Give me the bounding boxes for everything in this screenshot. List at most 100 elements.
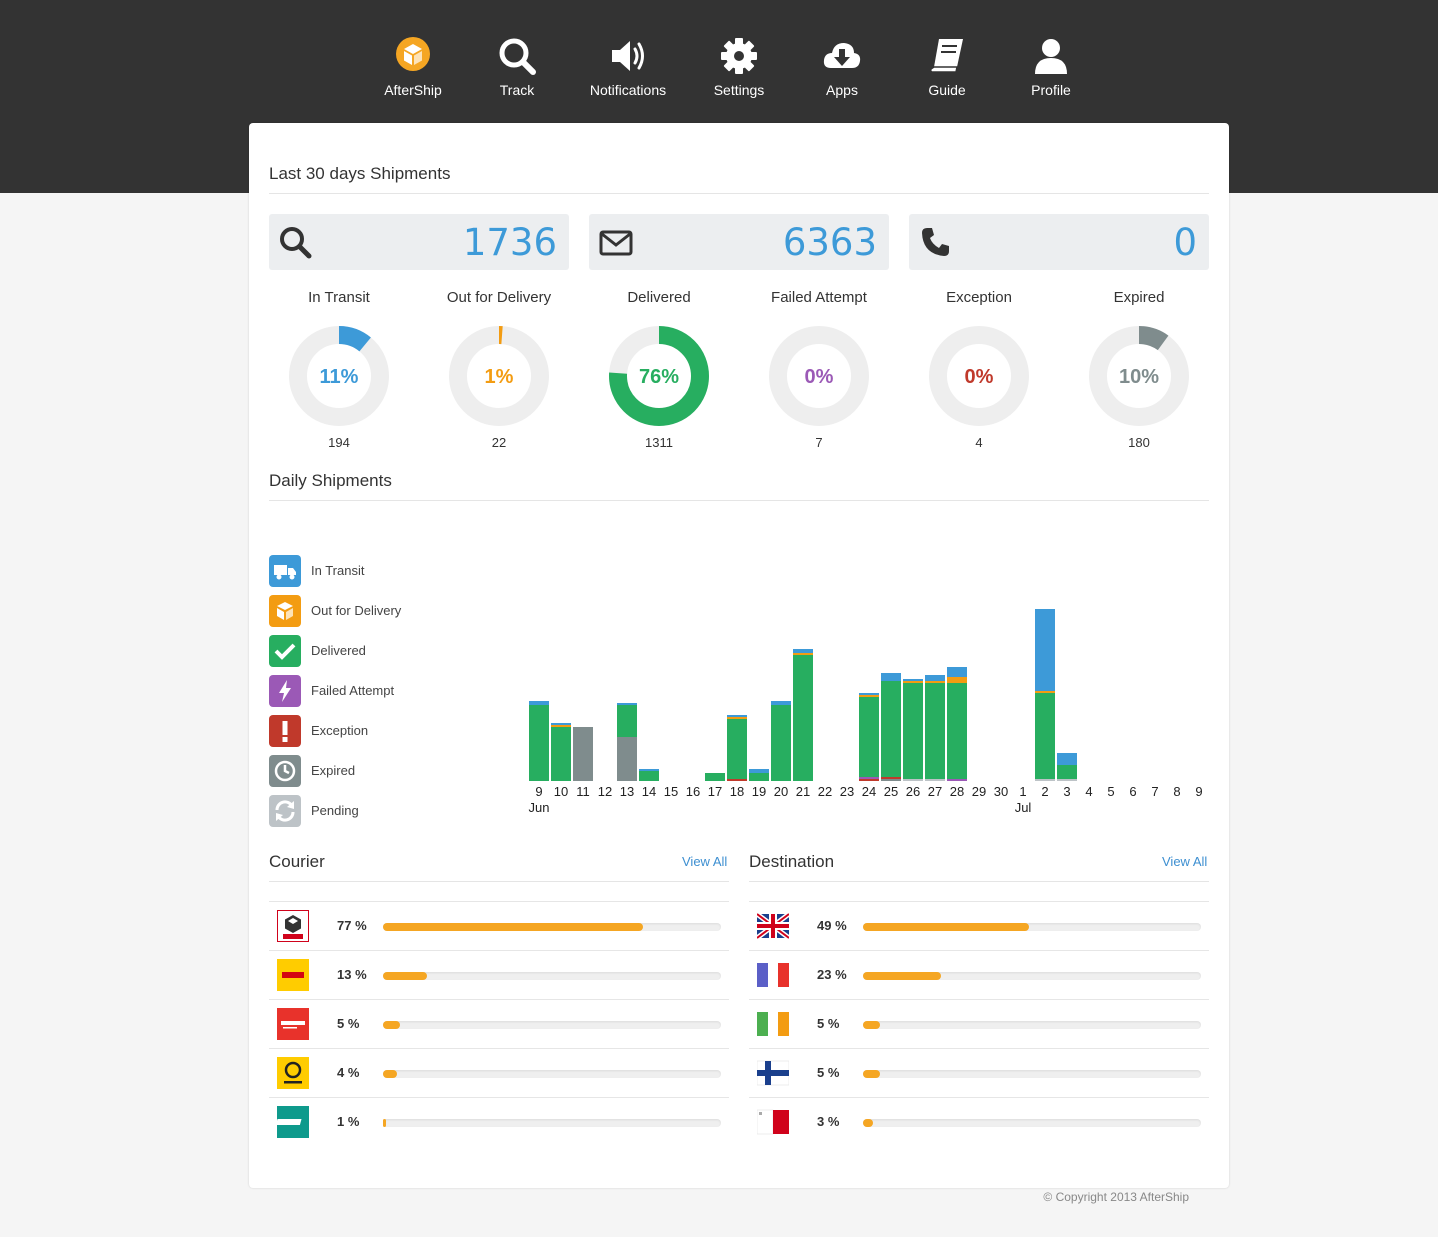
donut-delivered: Delivered 76% 1311 — [579, 289, 739, 450]
donut-percent: 76% — [639, 366, 679, 388]
bar-segment-in-transit — [1057, 753, 1077, 765]
x-tick-label: 26 — [906, 784, 920, 799]
nav-guide[interactable]: Guide — [897, 36, 997, 98]
donut-in-transit: In Transit 11% 194 — [259, 289, 419, 450]
bar-segment-delivered — [947, 683, 967, 779]
bar-segment-expired — [573, 727, 593, 781]
bar-segment-expired — [881, 779, 901, 781]
bar-segment-out-for-delivery — [727, 717, 747, 719]
destination-progress-fill — [863, 1021, 880, 1029]
donut-ring: 10% — [1089, 326, 1189, 426]
courier-progress-track — [383, 972, 721, 980]
x-tick-label: 9 — [1195, 784, 1202, 799]
legend-failed-attempt: Failed Attempt — [269, 675, 469, 707]
exclamation-icon — [282, 721, 288, 742]
bar-segment-delivered — [727, 719, 747, 779]
bar-segment-out-for-delivery — [925, 681, 945, 683]
donut-failed-attempt: Failed Attempt 0% 7 — [739, 289, 899, 450]
bar-segment-in-transit — [903, 679, 923, 681]
courier-percent: 13 % — [337, 967, 367, 982]
nav-label: Track — [499, 82, 535, 98]
bar-segment-exception — [881, 777, 901, 779]
stat-box-emails: 6363 — [589, 214, 889, 270]
bar-segment-delivered — [551, 727, 571, 781]
dpd-logo-icon — [276, 909, 310, 943]
bar-segment-exception — [727, 779, 747, 781]
bar-segment-out-for-delivery — [903, 681, 923, 683]
courier-logo — [275, 1106, 309, 1138]
uk-flag-icon — [755, 912, 791, 940]
book-icon — [930, 39, 963, 73]
daily-shipments-chart: 9 10 11 12 13 14 15 16 17 18 19 20 21 22 23 24 25 26 27 28 2… — [529, 609, 1203, 815]
bar-segment-pending — [903, 779, 923, 781]
donut-count: 194 — [328, 435, 350, 450]
search-icon — [280, 227, 312, 259]
donut-count: 22 — [491, 435, 507, 450]
destination-view-all-link[interactable]: View All — [1162, 854, 1207, 869]
x-tick-label: 29 — [972, 784, 986, 799]
donut-percent: 10% — [1119, 366, 1159, 388]
donut-exception: Exception 0% 4 — [899, 289, 1059, 450]
legend-swatch — [269, 675, 301, 707]
courier-view-all-link[interactable]: View All — [682, 854, 727, 869]
bar-segment-delivered — [793, 655, 813, 781]
divider — [269, 193, 1209, 194]
courier-progress-track — [383, 1119, 721, 1127]
x-tick-label: 20 — [774, 784, 788, 799]
france-flag-icon — [757, 963, 789, 987]
nav-aftership[interactable]: AfterShip — [363, 36, 463, 98]
stat-box-calls: 0 — [909, 214, 1209, 270]
nav-track[interactable]: Track — [467, 36, 567, 98]
bar-segment-in-transit — [947, 667, 967, 677]
destination-progress-fill — [863, 1119, 874, 1127]
nav-notifications[interactable]: Notifications — [578, 36, 678, 98]
x-tick-label: 18 — [730, 784, 744, 799]
check-icon — [274, 643, 296, 660]
courier-row: 5 % — [269, 999, 729, 1048]
destination-logo — [757, 1008, 789, 1040]
bar-segment-exception — [859, 779, 879, 781]
x-tick-label: 15 — [664, 784, 678, 799]
destination-percent: 5 % — [817, 1065, 840, 1080]
destination-logo — [756, 1106, 789, 1138]
bar-segment-out-for-delivery — [947, 677, 967, 683]
donut-label: Exception — [946, 289, 1012, 306]
bar-segment-delivered — [859, 697, 879, 777]
toll-logo-icon — [275, 1106, 309, 1138]
bar-segment-in-transit — [551, 723, 571, 725]
courier-percent: 5 % — [337, 1016, 360, 1031]
x-tick-label: 8 — [1173, 784, 1180, 799]
donut-label: Expired — [1113, 289, 1165, 306]
courier-percent: 4 % — [337, 1065, 360, 1080]
nav-settings[interactable]: Settings — [689, 36, 789, 98]
nav-label: Settings — [713, 82, 765, 98]
courier-percent: 1 % — [337, 1114, 360, 1129]
x-tick-label: 23 — [840, 784, 854, 799]
cloud-download-icon — [823, 43, 861, 68]
bar-segment-in-transit — [749, 769, 769, 773]
x-tick-label: 14 — [642, 784, 656, 799]
bar-segment-failed-attempt — [859, 777, 879, 779]
courier-row: 13 % — [269, 950, 729, 999]
bar-segment-delivered — [617, 705, 637, 737]
daily-title: Daily Shipments — [269, 471, 392, 490]
courier-row: 1 % — [269, 1097, 729, 1146]
donut-label: Delivered — [627, 289, 691, 306]
nav-label: Profile — [1031, 82, 1071, 98]
x-tick-label: 17 — [708, 784, 722, 799]
destination-percent: 3 % — [817, 1114, 840, 1129]
donut-percent: 11% — [320, 366, 359, 388]
nav-profile[interactable]: Profile — [1001, 36, 1101, 98]
x-tick-label: 11 — [576, 784, 590, 799]
main-nav: AfterShip Track Notifications Settings A… — [0, 36, 1438, 106]
legend-out-for-delivery: Out for Delivery — [269, 595, 469, 627]
divider — [269, 500, 1209, 501]
envelope-icon — [599, 230, 633, 256]
malta-flag-icon — [756, 1109, 789, 1135]
bar-segment-in-transit — [727, 715, 747, 717]
donut-count: 7 — [815, 435, 823, 450]
x-tick-label: 19 — [752, 784, 766, 799]
speaker-icon — [612, 41, 644, 71]
truck-icon — [274, 565, 296, 580]
nav-apps[interactable]: Apps — [792, 36, 892, 98]
